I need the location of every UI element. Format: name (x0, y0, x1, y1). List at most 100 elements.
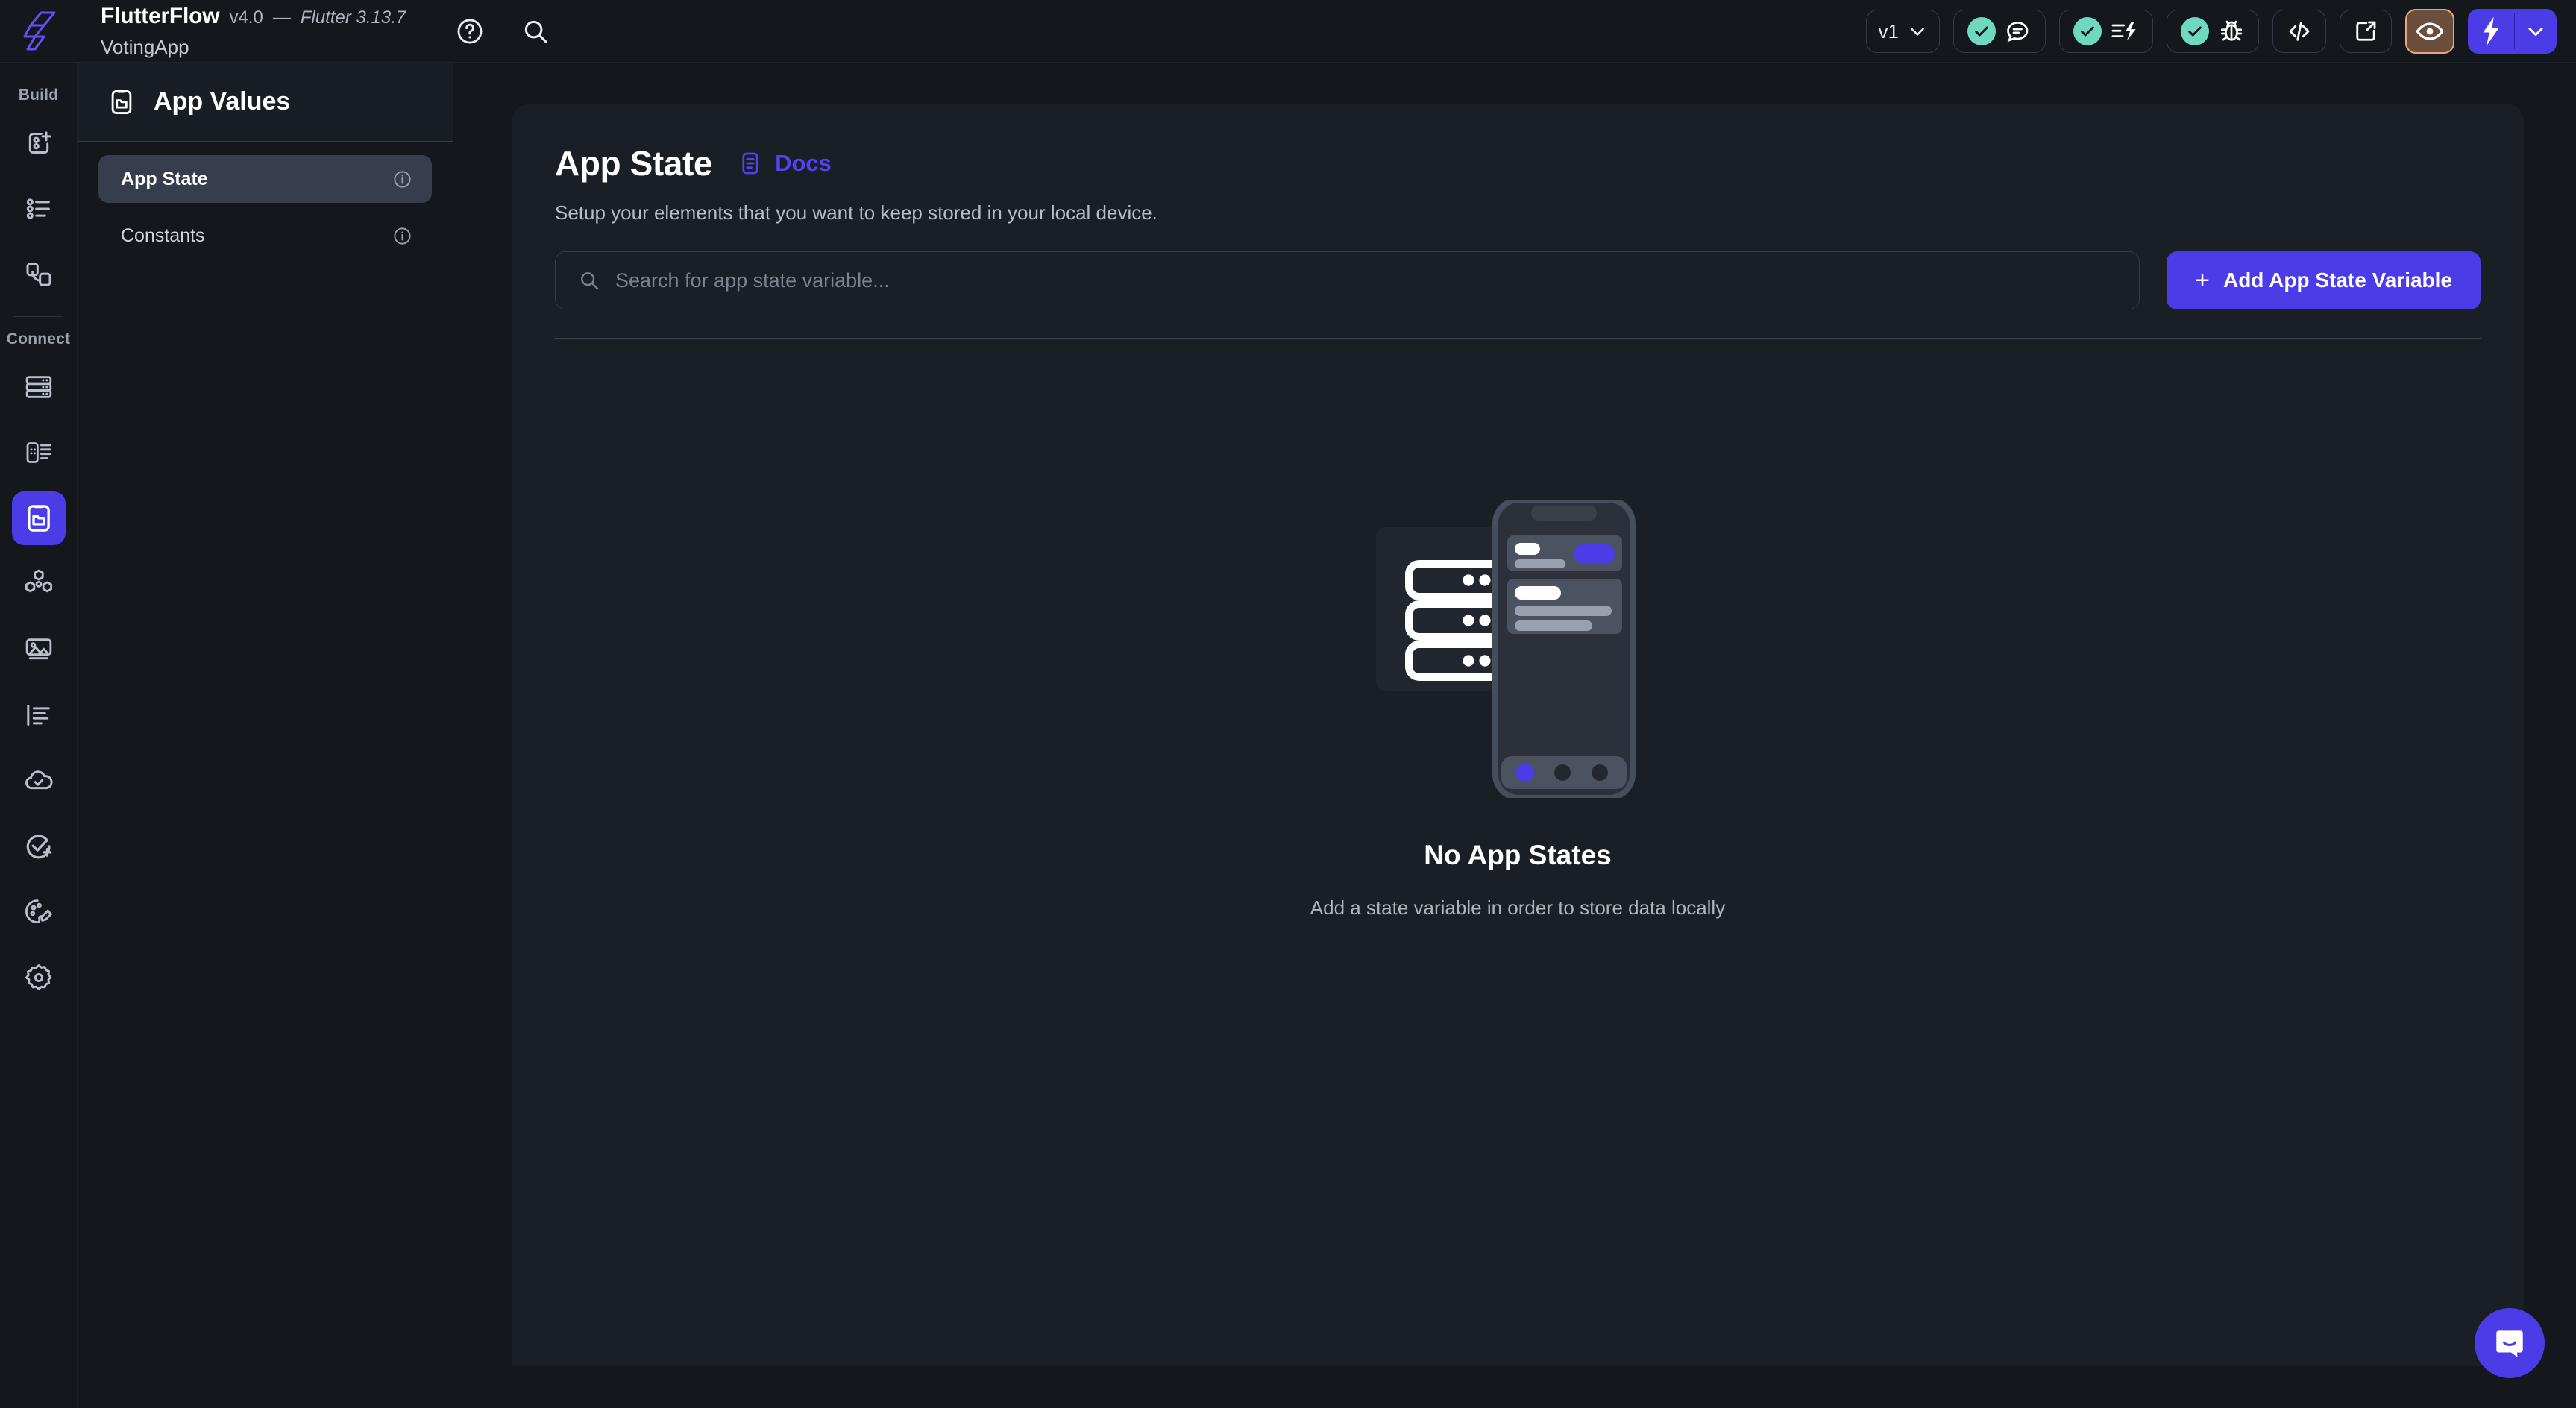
search-box[interactable] (555, 251, 2140, 309)
rail-section-label-build: Build (18, 87, 59, 104)
page-title: App State (555, 144, 713, 183)
panel-title: App Values (154, 87, 291, 116)
page-flow-icon (24, 260, 54, 289)
sidebar-item-tests[interactable] (12, 820, 66, 873)
empty-state-subtitle: Add a state variable in order to store d… (1310, 896, 1726, 919)
database-phone-illustration (1376, 500, 1659, 798)
search-row: + Add App State Variable (555, 251, 2481, 309)
rail-section-label-connect: Connect (6, 330, 71, 348)
run-button[interactable] (2468, 9, 2557, 54)
add-page-icon (24, 128, 54, 158)
status-check-badge (2181, 17, 2209, 45)
code-view-button[interactable] (2272, 10, 2326, 53)
topbar-actions: v1 (1865, 0, 2557, 63)
sidebar-item-page-flow[interactable] (12, 248, 66, 301)
sidebar-item-localization[interactable] (12, 688, 66, 742)
version-selector[interactable]: v1 (1865, 10, 1940, 53)
sidebar-item-database[interactable] (12, 360, 66, 414)
eye-icon (2415, 16, 2445, 46)
plus-icon: + (2195, 266, 2210, 295)
sidebar-item-api-calls[interactable] (12, 426, 66, 480)
image-icon (24, 635, 54, 664)
panel-item-label: Constants (121, 224, 205, 246)
panel-item-app-state[interactable]: App State (98, 155, 432, 203)
docs-icon (738, 151, 763, 176)
info-icon[interactable] (392, 169, 412, 189)
debug-status-button[interactable] (2167, 10, 2259, 53)
gear-icon (23, 962, 54, 993)
docs-link[interactable]: Docs (738, 150, 832, 177)
sidebar-item-widget-palette[interactable] (12, 182, 66, 236)
left-nav-rail: Build Connect (0, 63, 78, 1408)
top-bar: FlutterFlow v4.0 — Flutter 3.13.7 Voting… (0, 0, 2576, 63)
global-search-button[interactable] (516, 12, 555, 51)
main-content: App State Docs Setup your elements that … (453, 63, 2576, 1408)
actions-status-button[interactable] (2059, 10, 2153, 53)
cloud-check-icon (23, 765, 54, 796)
status-check-badge (2073, 17, 2102, 45)
rail-divider (13, 316, 63, 317)
flutterflow-logo-icon (22, 11, 56, 51)
brand-name: FlutterFlow (101, 3, 220, 28)
bullet-list-icon (24, 194, 54, 224)
bug-icon (2218, 18, 2245, 45)
flutterflow-app: FlutterFlow v4.0 — Flutter 3.13.7 Voting… (0, 0, 2576, 1408)
brand-flutter-version: Flutter 3.13.7 (300, 7, 406, 28)
sidebar-item-app-values[interactable] (11, 491, 66, 545)
add-button-label: Add App State Variable (2222, 268, 2452, 292)
status-check-badge (1967, 17, 1996, 45)
panel-item-list: App State Constants (78, 142, 453, 268)
empty-state: No App States Add a state variable in or… (512, 339, 2524, 1366)
card-header: App State Docs Setup your elements that … (512, 104, 2524, 339)
check-plus-icon (23, 831, 54, 862)
hexagon-cluster-icon (23, 568, 54, 600)
help-circle-icon (456, 17, 484, 45)
run-dropdown-button[interactable] (2515, 9, 2557, 54)
title-row: App State Docs (555, 143, 2481, 183)
phone-folder-icon (107, 88, 136, 116)
lightning-lines-icon (2111, 18, 2139, 45)
sidebar-item-theme[interactable] (12, 885, 66, 939)
page-subtitle: Setup your elements that you want to kee… (555, 201, 1157, 224)
lightning-bolt-icon (2468, 9, 2514, 54)
help-button[interactable] (450, 12, 489, 51)
comments-status-button[interactable] (1953, 10, 2046, 53)
sidebar-item-media-assets[interactable] (12, 623, 66, 676)
project-name: VotingApp (101, 35, 189, 58)
palette-brush-icon (23, 896, 54, 928)
body: Build Connect App Values App State Const… (0, 63, 2576, 1408)
panel-item-constants[interactable]: Constants (98, 212, 432, 260)
preview-button[interactable] (2405, 9, 2454, 54)
sidebar-item-deployment[interactable] (12, 754, 66, 808)
phone-folder-icon (23, 503, 54, 534)
text-align-icon (24, 700, 54, 730)
sidebar-item-integrations[interactable] (12, 557, 66, 611)
chevron-down-icon (1908, 22, 1927, 41)
search-icon (578, 269, 600, 292)
search-input[interactable] (615, 268, 2117, 292)
sidebar-item-add-page[interactable] (12, 116, 66, 170)
add-app-state-variable-button[interactable]: + Add App State Variable (2167, 251, 2481, 309)
empty-state-title: No App States (1424, 840, 1612, 870)
panel-header: App Values (78, 63, 453, 142)
topbar-tools (450, 12, 555, 51)
chat-bubble-smile-icon (2491, 1324, 2528, 1362)
api-list-icon (24, 438, 54, 468)
flutterflow-logo[interactable] (0, 0, 78, 63)
panel-item-label: App State (121, 168, 208, 189)
intercom-chat-button[interactable] (2475, 1308, 2545, 1378)
app-values-panel: App Values App State Constants (78, 63, 453, 1408)
database-icon (24, 372, 54, 402)
open-external-button[interactable] (2340, 10, 2392, 53)
comment-icon (2005, 18, 2032, 45)
info-icon[interactable] (392, 226, 412, 246)
app-state-card: App State Docs Setup your elements that … (512, 104, 2524, 1366)
brand-dash: — (272, 7, 291, 28)
sidebar-item-settings[interactable] (12, 951, 66, 1005)
search-icon (521, 17, 550, 45)
brand-version: v4.0 (229, 7, 263, 28)
brand-block: FlutterFlow v4.0 — Flutter 3.13.7 Voting… (78, 0, 406, 63)
docs-label: Docs (775, 150, 832, 176)
code-brackets-icon (2285, 18, 2313, 45)
version-label: v1 (1878, 19, 1899, 43)
